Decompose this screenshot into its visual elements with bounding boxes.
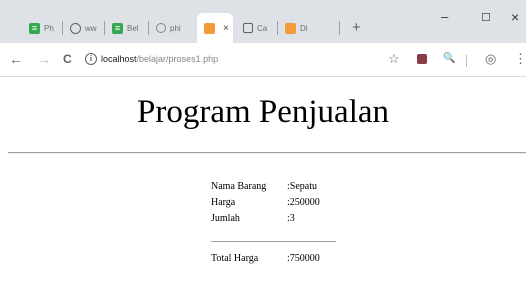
page-title: Program Penjualan <box>136 94 390 130</box>
total-value: :750000 <box>287 253 320 264</box>
tab-1[interactable]: ≡ Ph <box>22 13 60 43</box>
tab-2[interactable]: ww <box>63 13 103 43</box>
url-host: localhost <box>101 54 137 64</box>
field-row-nama-barang: Nama Barang :Sepatu <box>211 181 317 193</box>
maximize-icon[interactable]: ☐ <box>481 11 491 25</box>
field-value: :Sepatu <box>287 181 317 192</box>
field-value: :250000 <box>287 197 320 208</box>
total-divider <box>211 241 336 242</box>
tab-label: Di <box>300 23 308 33</box>
tab-7[interactable]: Di <box>278 13 322 43</box>
divider <box>8 152 526 154</box>
field-label: Harga <box>211 197 236 208</box>
tab-active[interactable]: × <box>197 13 233 43</box>
account-icon[interactable]: ◎ <box>485 51 496 67</box>
new-tab-icon[interactable]: + <box>352 20 361 35</box>
sheet-icon: ≡ <box>29 22 40 34</box>
field-label: Nama Barang <box>211 181 267 192</box>
tab-3[interactable]: ≡ Bel <box>105 13 147 43</box>
site-info-icon[interactable]: i <box>85 53 97 65</box>
tab-6[interactable]: Ca <box>236 13 276 43</box>
tab-4[interactable]: phi <box>149 13 193 43</box>
address-bar[interactable]: localhost/belajar/proses1.php <box>101 53 218 65</box>
localhost-favicon-icon <box>204 22 215 34</box>
sheet-icon: ≡ <box>112 22 123 34</box>
total-row: Total Harga :750000 <box>211 253 320 265</box>
globe-icon <box>70 22 81 34</box>
url-path: /belajar/proses1.php <box>136 54 219 64</box>
tab-strip: ≡ Ph ww ≡ Bel phi × Ca Di + – ☐ × <box>0 0 526 44</box>
window-icon <box>243 23 253 33</box>
minimize-icon[interactable]: – <box>441 10 448 24</box>
field-row-jumlah: Jumlah :3 <box>211 213 295 225</box>
toolbar-separator <box>466 55 467 67</box>
search-icon[interactable]: 🔍 <box>443 51 455 67</box>
page-icon <box>156 23 166 33</box>
forward-icon[interactable]: → <box>37 51 51 67</box>
tab-label: Ph <box>44 23 54 33</box>
total-label: Total Harga <box>211 253 259 264</box>
tab-label: phi <box>170 23 181 33</box>
field-label: Jumlah <box>211 213 240 224</box>
browser-toolbar: ← → C i localhost/belajar/proses1.php ☆ … <box>0 43 526 77</box>
back-icon[interactable]: ← <box>9 51 23 67</box>
tab-label: Ca <box>257 23 268 33</box>
tab-label: ww <box>85 23 97 33</box>
localhost-favicon-icon <box>285 22 296 34</box>
menu-icon[interactable]: ⋮ <box>514 51 526 67</box>
field-value: :3 <box>287 213 295 224</box>
bookmark-star-icon[interactable]: ☆ <box>388 51 400 67</box>
tab-label: Bel <box>127 23 139 33</box>
extension-icon[interactable] <box>417 54 427 64</box>
tab-separator <box>339 21 340 35</box>
reload-icon[interactable]: C <box>63 51 72 67</box>
close-window-icon[interactable]: × <box>511 10 519 24</box>
field-row-harga: Harga :250000 <box>211 197 320 209</box>
tab-close-icon[interactable]: × <box>223 23 229 34</box>
